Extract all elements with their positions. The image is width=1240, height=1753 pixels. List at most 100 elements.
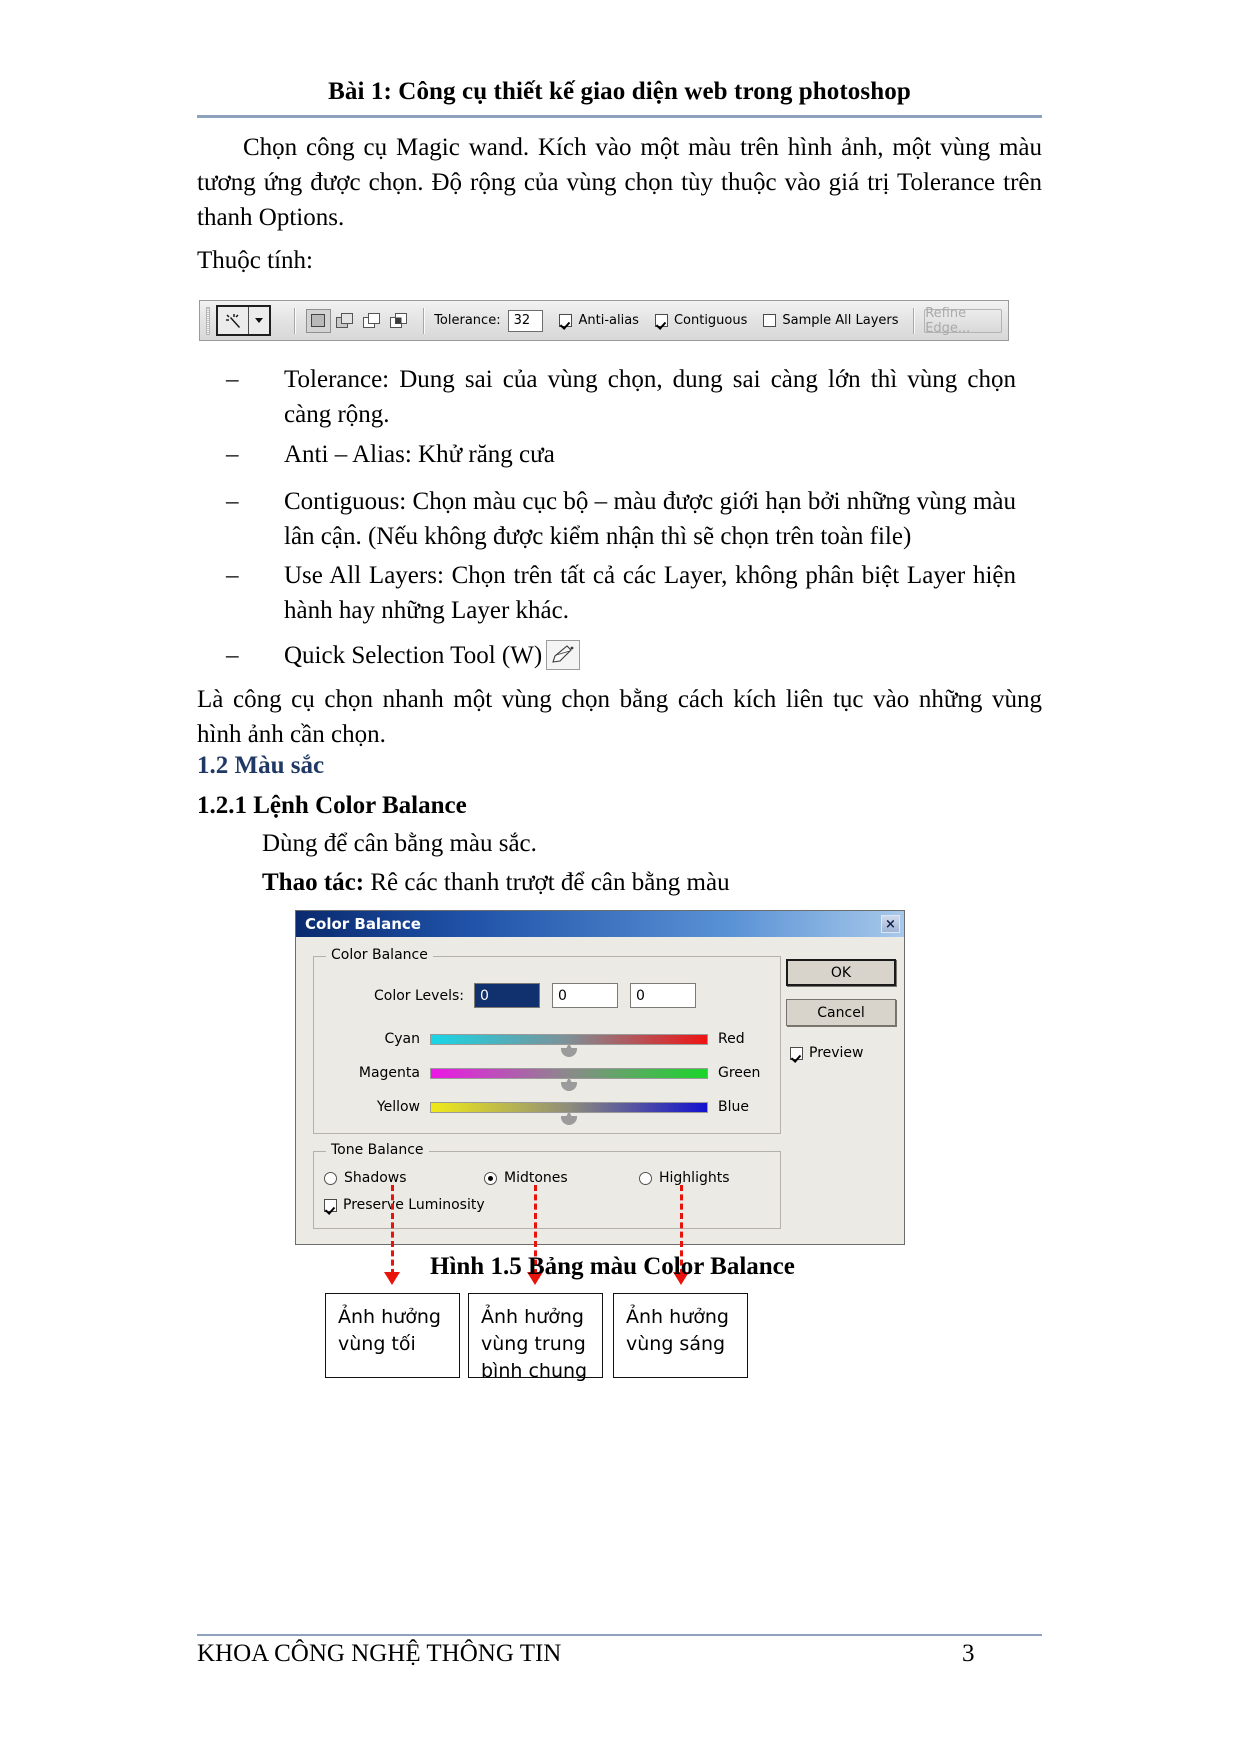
callout-line-3: bình chung — [481, 1360, 588, 1382]
bullet-dash: – — [226, 488, 239, 515]
checkbox-icon[interactable] — [324, 1198, 337, 1212]
intersect-selection-icon[interactable] — [387, 309, 412, 333]
slider-track[interactable] — [430, 1068, 708, 1091]
photoshop-options-bar-figure: Tolerance: 32 Anti-alias Contiguous Samp… — [199, 297, 1011, 344]
checkbox-icon[interactable] — [654, 314, 668, 327]
slider-left-label: Yellow — [376, 1099, 420, 1115]
slider-track[interactable] — [430, 1034, 708, 1057]
annotation-arrowhead-shadows — [384, 1272, 400, 1285]
anti-alias-label: Anti-alias — [578, 313, 639, 328]
slider-cyan-red[interactable]: Cyan Red — [314, 1031, 780, 1063]
photoshop-options-bar: Tolerance: 32 Anti-alias Contiguous Samp… — [199, 300, 1009, 341]
radio-icon[interactable] — [324, 1171, 337, 1185]
tolerance-label: Tolerance: — [434, 313, 501, 328]
radio-midtones-label: Midtones — [504, 1170, 568, 1186]
heading-1-2-1: 1.2.1 Lệnh Color Balance — [197, 792, 467, 819]
callout-line-2: vùng trung — [481, 1333, 586, 1355]
heading-1-2: 1.2 Màu sắc — [197, 752, 325, 779]
color-level-input-2[interactable]: 0 — [551, 983, 618, 1008]
slider-left-label: Cyan — [384, 1031, 420, 1047]
footer-department: KHOA CÔNG NGHỆ THÔNG TIN — [197, 1640, 562, 1667]
new-selection-icon[interactable] — [305, 308, 331, 333]
footer-divider — [197, 1634, 1042, 1636]
sample-all-layers-checkbox[interactable]: Sample All Layers — [763, 313, 899, 328]
thao-tac-label: Thao tác: — [262, 869, 365, 896]
bullet-dash: – — [226, 441, 239, 468]
callout-highlights: Ảnh hưởng vùng sáng — [613, 1293, 748, 1378]
selection-mode-group[interactable] — [305, 308, 412, 333]
preserve-luminosity-checkbox[interactable]: Preserve Luminosity — [324, 1197, 485, 1213]
close-icon[interactable]: × — [881, 915, 900, 933]
tone-balance-radios: Shadows Midtones Highlights — [324, 1170, 774, 1186]
slider-magenta-green[interactable]: Magenta Green — [314, 1065, 780, 1097]
preview-label: Preview — [809, 1045, 864, 1061]
tone-balance-group-label: Tone Balance — [326, 1142, 429, 1158]
color-levels-row: Color Levels: 0 0 0 — [374, 983, 708, 1008]
chevron-down-icon[interactable] — [249, 307, 269, 334]
callout-line-2: vùng tối — [338, 1333, 416, 1355]
checkbox-icon[interactable] — [790, 1046, 803, 1060]
properties-label: Thuộc tính: — [197, 247, 313, 274]
radio-shadows[interactable]: Shadows — [324, 1170, 484, 1186]
anti-alias-checkbox[interactable]: Anti-alias — [559, 313, 639, 328]
sample-all-layers-label: Sample All Layers — [782, 313, 899, 328]
list-item: – Anti – Alias: Khử răng cưa — [226, 437, 1016, 472]
tool-preset-picker[interactable] — [215, 305, 271, 336]
radio-highlights[interactable]: Highlights — [639, 1170, 730, 1186]
list-item-label: Contiguous: Chọn màu cục bộ – màu được g… — [284, 488, 1016, 550]
drag-grip-icon[interactable] — [206, 306, 210, 335]
bullet-dash: – — [226, 642, 239, 669]
list-item: – Tolerance: Dung sai của vùng chọn, dun… — [226, 362, 1016, 432]
slider-track[interactable] — [430, 1102, 708, 1125]
radio-shadows-label: Shadows — [344, 1170, 407, 1186]
subtract-from-selection-icon[interactable] — [360, 309, 385, 333]
page-number: 3 — [962, 1640, 975, 1667]
callout-line-2: vùng sáng — [626, 1333, 726, 1355]
ok-button[interactable]: OK — [786, 959, 896, 986]
slider-yellow-blue[interactable]: Yellow Blue — [314, 1099, 780, 1131]
list-item-label: Use All Layers: Chọn trên tất cả các Lay… — [284, 562, 1016, 624]
color-levels-label: Color Levels: — [374, 987, 464, 1004]
list-item-label: Quick Selection Tool (W) — [284, 642, 543, 669]
color-level-input-1[interactable]: 0 — [473, 983, 540, 1008]
magic-wand-icon[interactable] — [218, 307, 249, 334]
radio-highlights-label: Highlights — [659, 1170, 730, 1186]
color-balance-dialog: Color Balance × Color Balance Color Leve… — [295, 910, 905, 1245]
checkbox-icon[interactable] — [763, 314, 777, 327]
callout-shadows: Ảnh hưởng vùng tối — [325, 1293, 460, 1378]
contiguous-label: Contiguous — [673, 313, 748, 328]
list-item-label: Tolerance: Dung sai của vùng chọn, dung … — [284, 366, 1016, 428]
color-level-input-3[interactable]: 0 — [629, 983, 696, 1008]
slider-right-label: Green — [718, 1065, 761, 1081]
cancel-button[interactable]: Cancel — [786, 999, 896, 1026]
refine-edge-button[interactable]: Refine Edge... — [924, 306, 1002, 336]
radio-midtones[interactable]: Midtones — [484, 1170, 639, 1186]
toolbar-separator-1 — [293, 307, 295, 334]
contiguous-checkbox[interactable]: Contiguous — [654, 313, 748, 328]
add-to-selection-icon[interactable] — [333, 309, 358, 333]
radio-icon[interactable] — [484, 1171, 497, 1185]
preview-checkbox[interactable]: Preview — [790, 1045, 864, 1061]
callout-line-1: Ảnh hưởng — [338, 1306, 441, 1328]
color-balance-description: Dùng để cân bằng màu sắc. — [262, 830, 537, 857]
callout-midtones: Ảnh hưởng vùng trung bình chung — [468, 1293, 603, 1382]
slider-right-label: Blue — [718, 1099, 749, 1115]
color-balance-group: Color Balance Color Levels: 0 0 0 Cyan R… — [313, 947, 781, 1134]
preserve-luminosity-label: Preserve Luminosity — [343, 1197, 485, 1213]
quick-selection-description: Là công cụ chọn nhanh một vùng chọn bằng… — [197, 686, 1042, 748]
document-page: Bài 1: Công cụ thiết kế giao diện web tr… — [0, 0, 1240, 1753]
radio-icon[interactable] — [639, 1171, 652, 1185]
slider-right-label: Red — [718, 1031, 745, 1047]
page-title: Bài 1: Công cụ thiết kế giao diện web tr… — [328, 78, 911, 105]
toolbar-separator-3 — [912, 307, 914, 334]
bullet-dash: – — [226, 366, 239, 393]
dialog-titlebar: Color Balance × — [296, 911, 904, 937]
tolerance-input[interactable]: 32 — [507, 309, 544, 332]
color-balance-group-label: Color Balance — [326, 947, 433, 963]
toolbar-separator-2 — [422, 307, 424, 334]
quick-selection-tool-icon — [546, 640, 581, 670]
dialog-title: Color Balance — [305, 915, 421, 933]
bullet-dash: – — [226, 562, 239, 589]
header-divider — [197, 115, 1042, 118]
checkbox-icon[interactable] — [559, 314, 573, 327]
